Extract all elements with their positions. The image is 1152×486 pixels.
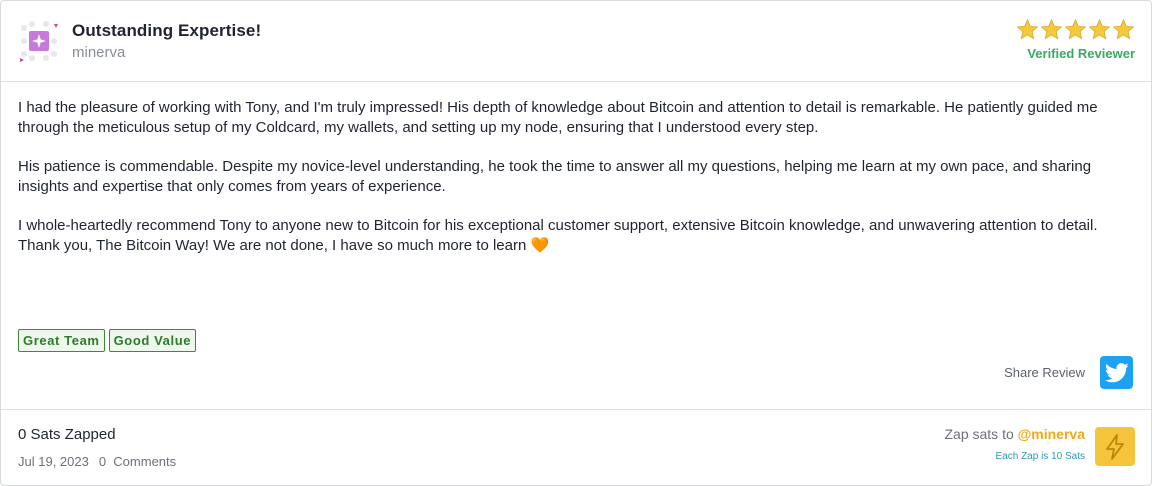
review-paragraph: His patience is commendable. Despite my … (18, 158, 1092, 195)
sats-zapped: 0 Sats Zapped (18, 426, 116, 443)
review-paragraph-text: I whole-heartedly recommend Tony to anyo… (18, 217, 1098, 254)
avatar-icon[interactable] (18, 20, 60, 62)
review-text: I had the pleasure of working with Tony,… (18, 98, 1136, 275)
rating-stars (1016, 18, 1135, 41)
zap-username[interactable]: @minerva (1018, 426, 1085, 442)
star-icon (1040, 18, 1063, 40)
tag-good-value[interactable]: Good Value (108, 329, 197, 352)
star-icon (1088, 18, 1111, 40)
reviewer-username[interactable]: minerva (72, 44, 125, 61)
zap-amount-note: Each Zap is 10 Sats (995, 451, 1086, 462)
tag-great-team[interactable]: Great Team (18, 329, 105, 352)
zap-button[interactable] (1095, 427, 1135, 466)
star-icon (1064, 18, 1087, 40)
review-tags: Great Team Good Value (18, 329, 197, 352)
twitter-share-button[interactable] (1100, 356, 1133, 389)
review-card: Outstanding Expertise! minerva Verified … (0, 0, 1152, 486)
review-paragraph: I had the pleasure of working with Tony,… (18, 99, 1098, 136)
twitter-icon (1104, 362, 1129, 382)
review-header: Outstanding Expertise! minerva Verified … (1, 1, 1151, 82)
share-review-label: Share Review (1004, 365, 1085, 380)
verified-reviewer-badge: Verified Reviewer (1027, 46, 1135, 61)
review-footer: 0 Sats Zapped Jul 19, 2023 0 Comments Zap… (1, 409, 1151, 485)
zap-recipient: Zap sats to @minerva (944, 426, 1085, 442)
orange-heart-icon: 🧡 (530, 236, 550, 254)
review-paragraph: I whole-heartedly recommend Tony to anyo… (18, 216, 1136, 255)
lightning-bolt-icon (1106, 433, 1124, 460)
zap-prefix: Zap sats to (944, 426, 1014, 442)
review-date: Jul 19, 2023 (18, 454, 89, 469)
star-icon (1016, 18, 1039, 40)
star-icon (1112, 18, 1135, 40)
review-title: Outstanding Expertise! (72, 21, 262, 40)
review-meta: Jul 19, 2023 0 Comments (18, 454, 176, 469)
comments-link[interactable]: 0 Comments (99, 454, 176, 469)
